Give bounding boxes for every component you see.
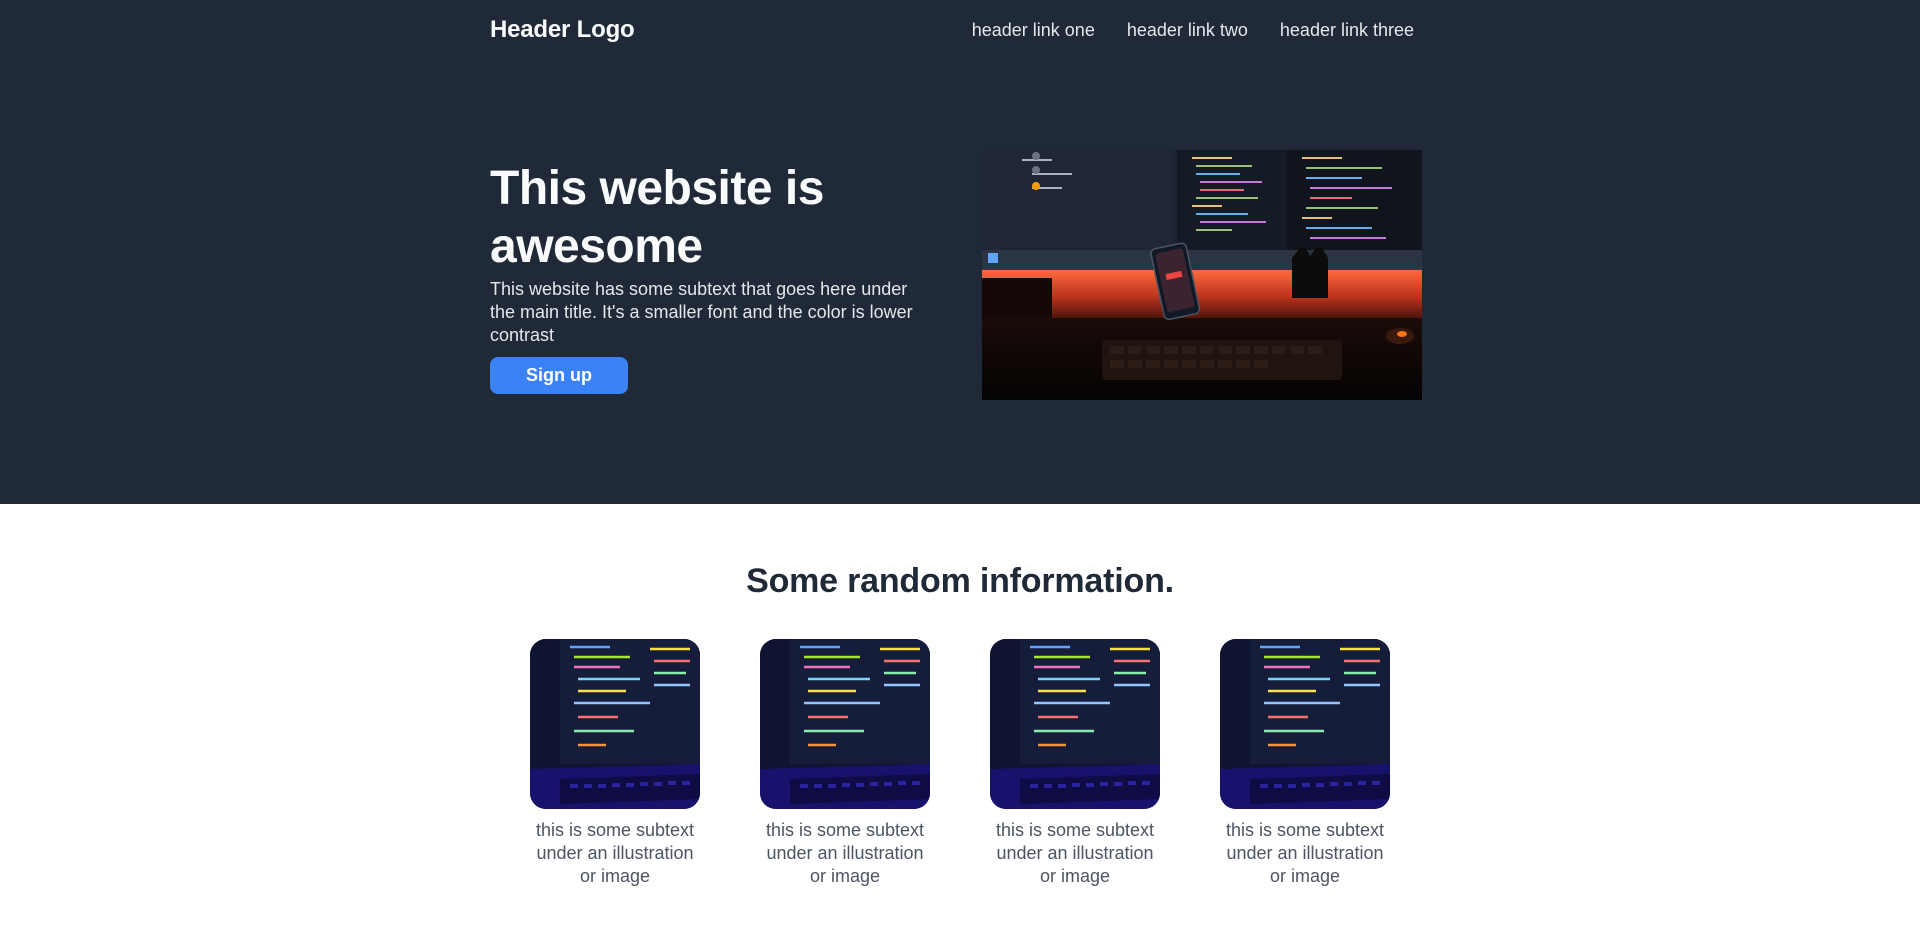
- hero-section: Header Logo header link one header link …: [0, 0, 1920, 504]
- card-image: [530, 639, 700, 809]
- hero-text-block: This website is awesome This website has…: [490, 160, 930, 394]
- header-logo[interactable]: Header Logo: [490, 16, 635, 44]
- header-nav: header link one header link two header l…: [972, 20, 1414, 41]
- laptop-code-photo-icon: [1220, 639, 1390, 809]
- card-image: [760, 639, 930, 809]
- card-subtext: this is some subtext under an illustrati…: [765, 820, 925, 886]
- info-section: Some random information. this is some su…: [0, 504, 1920, 888]
- hero-image: [982, 150, 1422, 400]
- card-image: [990, 639, 1160, 809]
- header-link-three[interactable]: header link three: [1280, 20, 1414, 41]
- hero-subtext: This website has some subtext that goes …: [490, 279, 913, 345]
- laptop-code-photo-icon: [990, 639, 1160, 809]
- card-list: this is some subtext under an illustrati…: [0, 639, 1920, 888]
- header-link-two[interactable]: header link two: [1127, 20, 1248, 41]
- info-title: Some random information.: [746, 562, 1174, 600]
- card-subtext: this is some subtext under an illustrati…: [1225, 820, 1385, 886]
- card-subtext: this is some subtext under an illustrati…: [535, 820, 695, 886]
- signup-button[interactable]: Sign up: [490, 357, 628, 394]
- card-subtext: this is some subtext under an illustrati…: [995, 820, 1155, 886]
- hero-title: This website is awesome: [490, 162, 824, 273]
- laptop-code-photo-icon: [530, 639, 700, 809]
- card-image: [1220, 639, 1390, 809]
- hero-container: Header Logo header link one header link …: [490, 0, 1430, 504]
- info-card: this is some subtext under an illustrati…: [1220, 639, 1390, 888]
- info-card: this is some subtext under an illustrati…: [760, 639, 930, 888]
- laptop-code-photo-icon: [760, 639, 930, 809]
- info-card: this is some subtext under an illustrati…: [990, 639, 1160, 888]
- desk-setup-photo-icon: [982, 150, 1422, 400]
- info-card: this is some subtext under an illustrati…: [530, 639, 700, 888]
- header-link-one[interactable]: header link one: [972, 20, 1095, 41]
- site-header: Header Logo header link one header link …: [490, 14, 1430, 46]
